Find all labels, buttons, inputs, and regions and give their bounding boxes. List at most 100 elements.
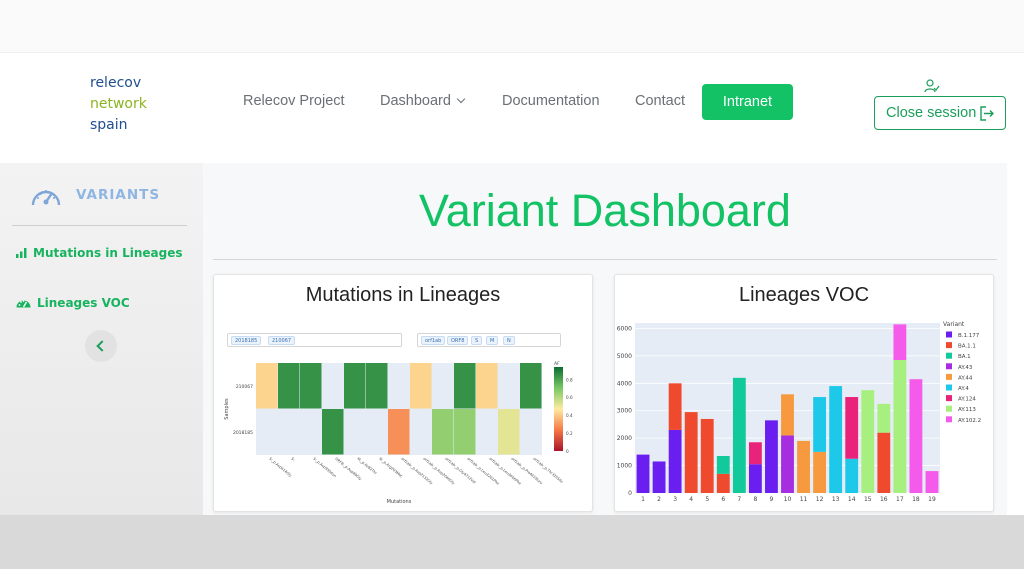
bar-x-tick: 7: [737, 496, 741, 503]
top-band: [0, 0, 1024, 52]
heatmap-cell: [476, 363, 498, 409]
heatmap-cell: [256, 363, 278, 409]
bar-segment: [781, 435, 794, 493]
heatmap-x-tick: S:_p.Asp614Gly: [268, 457, 293, 479]
heatmap-cell: [278, 363, 300, 409]
close-session-button[interactable]: Close session: [874, 96, 1006, 130]
nav-contact[interactable]: Contact: [635, 93, 685, 109]
colorbar-tick: 0.4: [566, 413, 573, 418]
heatmap-x-tick: S:_p.Asp950Asn: [312, 457, 337, 479]
bar-segment: [636, 454, 650, 493]
gene-chip[interactable]: ORF8: [447, 336, 469, 345]
bar-y-tick: 1000: [617, 463, 632, 470]
bar-segment: [813, 451, 827, 493]
bar-y-tick: 3000: [617, 408, 632, 415]
nav-relecov-project[interactable]: Relecov Project: [243, 93, 345, 109]
title-divider: [213, 259, 997, 260]
nav-dashboard-dropdown[interactable]: Dashboard: [380, 93, 466, 109]
bar-segment: [652, 461, 666, 493]
legend-label: B.1.177: [958, 333, 980, 339]
sidebar-item-label: Lineages VOC: [37, 296, 130, 310]
legend-swatch: [946, 395, 952, 402]
sidebar-item-lineages-voc[interactable]: Lineages VOC: [16, 296, 130, 310]
legend-label: BA.1.1: [958, 344, 976, 350]
gene-chip[interactable]: S: [471, 336, 483, 345]
sidebar-item-mutations-in-lineages[interactable]: Mutations in Lineages: [16, 246, 183, 260]
mutations-in-lineages-card: Mutations in Lineages 2018185 210067 orf…: [213, 274, 593, 512]
bar-segment: [813, 397, 827, 452]
sample-filter-select[interactable]: 2018185 210067: [227, 333, 402, 347]
bar-x-tick: 3: [673, 496, 677, 503]
legend-label: AY.102.2: [958, 418, 981, 424]
bar-x-tick: 13: [832, 496, 840, 503]
bar-segment: [845, 458, 859, 493]
bar-x-tick: 19: [928, 496, 936, 503]
bar-segment: [797, 440, 810, 493]
bar-x-tick: 10: [784, 496, 792, 503]
tachometer-icon: [16, 300, 31, 308]
heatmap-cell: [498, 409, 520, 455]
sample-chip[interactable]: 210067: [268, 336, 296, 345]
legend-label: AY.4: [958, 386, 969, 392]
sign-out-icon: [980, 106, 994, 121]
legend-swatch: [946, 363, 952, 370]
heatmap-cell: [300, 363, 322, 409]
bar-segment: [877, 432, 891, 493]
sidebar: VARIANTS Mutations in Lineages Lineages …: [0, 163, 203, 515]
bar-x-tick: 15: [864, 496, 872, 503]
bar-segment: [716, 473, 730, 493]
close-session-label: Close session: [886, 105, 977, 121]
heatmap-x-tick: M:_p.Ile82Thr: [356, 457, 378, 476]
legend-swatch: [946, 405, 952, 412]
bar-x-tick: 16: [880, 496, 888, 503]
gene-filter-select[interactable]: orf1ab ORF8 S M N: [417, 333, 561, 347]
bar-x-tick: 9: [770, 496, 774, 503]
legend-swatch: [946, 342, 952, 349]
colorbar: [554, 367, 563, 451]
legend-title: Variant: [943, 321, 965, 328]
page-title: Variant Dashboard: [419, 185, 791, 236]
bar-x-tick: 6: [721, 496, 725, 503]
legend-label: BA.1: [958, 354, 971, 360]
legend-swatch: [946, 373, 952, 380]
chevron-down-icon: [456, 94, 466, 104]
heatmap-x-label: Mutations: [387, 499, 412, 505]
bar-segment: [668, 429, 682, 493]
bar-segment: [781, 394, 794, 436]
gene-chip[interactable]: M: [486, 336, 499, 345]
bar-segment: [909, 379, 923, 493]
lineages-voc-card: Lineages VOC 0 1000 2000 3000 4000 5000 6000 1 2…: [614, 274, 994, 512]
gene-chip[interactable]: N: [503, 336, 515, 345]
user-check-icon: [924, 79, 940, 93]
bar-segment: [748, 464, 762, 493]
bar-y-tick: 4000: [617, 380, 632, 387]
heatmap-title: Mutations in Lineages: [305, 284, 501, 306]
gene-chip[interactable]: orf1ab: [421, 336, 446, 345]
colorbar-label: AF: [554, 361, 560, 367]
sidebar-collapse-button[interactable]: [85, 330, 117, 362]
bar-x-tick: 4: [689, 496, 693, 503]
bottom-band: [0, 515, 1024, 569]
intranet-button[interactable]: Intranet: [702, 84, 793, 120]
logo[interactable]: relecov network spain: [90, 73, 147, 136]
bar-segment: [829, 386, 843, 493]
bar-chart-title: Lineages VOC: [738, 284, 870, 306]
sample-chip[interactable]: 2018185: [231, 336, 262, 345]
legend-swatch: [946, 352, 952, 359]
logo-line-2: network: [90, 96, 147, 112]
heatmap-cell: [410, 363, 432, 409]
logo-line-1: relecov: [90, 75, 142, 91]
nav-documentation[interactable]: Documentation: [502, 93, 600, 109]
bar-x-tick: 17: [896, 496, 904, 503]
colorbar-tick: 0: [566, 449, 569, 454]
bar-x-tick: 5: [705, 496, 709, 503]
heatmap-chart: 210067 2018185 S:_p.Asp614GlyS: S:_p.Asp950…: [224, 361, 573, 505]
sidebar-item-label: Mutations in Lineages: [33, 246, 183, 260]
bar-segment: [668, 383, 682, 430]
legend-label: AY.124: [958, 397, 976, 403]
logo-line-3: spain: [90, 117, 128, 133]
bar-segment: [716, 455, 730, 474]
bar-segment: [893, 324, 907, 361]
sidebar-divider: [12, 225, 187, 226]
bar-segment: [893, 360, 907, 493]
